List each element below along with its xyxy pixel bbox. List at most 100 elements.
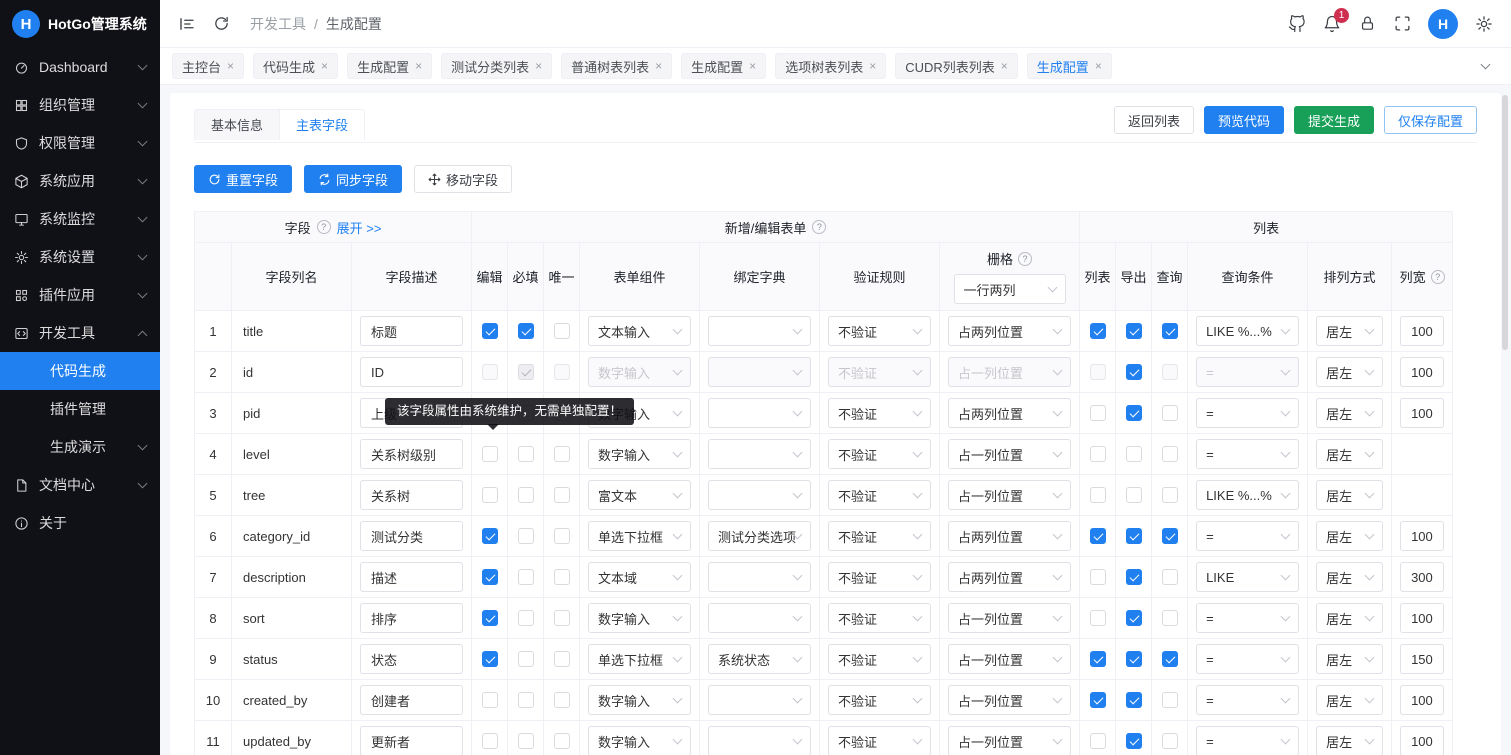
query-cond-select[interactable]: = bbox=[1196, 644, 1299, 674]
list-checkbox[interactable] bbox=[1090, 569, 1106, 585]
export-checkbox[interactable] bbox=[1126, 446, 1142, 462]
export-checkbox[interactable] bbox=[1126, 651, 1142, 667]
rule-select[interactable]: 不验证 bbox=[828, 521, 931, 551]
fullscreen-icon[interactable] bbox=[1393, 15, 1411, 33]
page-tab[interactable]: 生成配置 × bbox=[347, 53, 432, 79]
query-checkbox[interactable] bbox=[1162, 651, 1178, 667]
query-checkbox[interactable] bbox=[1162, 405, 1178, 421]
close-icon[interactable]: × bbox=[1001, 60, 1008, 72]
list-checkbox[interactable] bbox=[1090, 323, 1106, 339]
align-select[interactable]: 居左 bbox=[1316, 562, 1383, 592]
edit-checkbox[interactable] bbox=[482, 692, 498, 708]
unique-checkbox[interactable] bbox=[554, 569, 570, 585]
edit-checkbox[interactable] bbox=[482, 487, 498, 503]
grid-select[interactable]: 占一列位置 bbox=[948, 603, 1071, 633]
sync-fields-button[interactable]: 同步字段 bbox=[304, 165, 402, 193]
width-input[interactable] bbox=[1400, 562, 1444, 592]
query-cond-select[interactable]: = bbox=[1196, 398, 1299, 428]
page-tab[interactable]: 生成配置 × bbox=[681, 53, 766, 79]
query-checkbox[interactable] bbox=[1162, 487, 1178, 503]
query-checkbox[interactable] bbox=[1162, 364, 1178, 380]
component-select[interactable]: 文本输入 bbox=[588, 316, 691, 346]
dict-select[interactable]: 测试分类选项 bbox=[708, 521, 811, 551]
query-checkbox[interactable] bbox=[1162, 733, 1178, 749]
dict-select[interactable] bbox=[708, 726, 811, 755]
required-checkbox[interactable] bbox=[518, 323, 534, 339]
settings-gear-icon[interactable] bbox=[1475, 15, 1493, 33]
move-fields-button[interactable]: 移动字段 bbox=[414, 165, 512, 193]
query-cond-select[interactable]: = bbox=[1196, 603, 1299, 633]
list-checkbox[interactable] bbox=[1090, 733, 1106, 749]
query-cond-select[interactable]: = bbox=[1196, 726, 1299, 755]
list-checkbox[interactable] bbox=[1090, 446, 1106, 462]
close-icon[interactable]: × bbox=[869, 60, 876, 72]
grid-select[interactable]: 占两列位置 bbox=[948, 562, 1071, 592]
width-input[interactable] bbox=[1400, 603, 1444, 633]
query-cond-select[interactable]: = bbox=[1196, 685, 1299, 715]
unique-checkbox[interactable] bbox=[554, 528, 570, 544]
help-icon[interactable]: ? bbox=[317, 220, 331, 234]
component-select[interactable]: 单选下拉框 bbox=[588, 521, 691, 551]
required-checkbox[interactable] bbox=[518, 733, 534, 749]
edit-checkbox[interactable] bbox=[482, 528, 498, 544]
field-desc-input[interactable] bbox=[360, 726, 463, 755]
breadcrumb-section[interactable]: 开发工具 bbox=[250, 14, 306, 34]
help-icon[interactable]: ? bbox=[1018, 252, 1032, 266]
rule-select[interactable]: 不验证 bbox=[828, 316, 931, 346]
query-cond-select[interactable]: = bbox=[1196, 357, 1299, 387]
width-input[interactable] bbox=[1400, 398, 1444, 428]
grid-select[interactable]: 占两列位置 bbox=[948, 316, 1071, 346]
close-icon[interactable]: × bbox=[749, 60, 756, 72]
grid-select[interactable]: 占一列位置 bbox=[948, 685, 1071, 715]
user-avatar[interactable]: H bbox=[1428, 9, 1458, 39]
required-checkbox[interactable] bbox=[518, 364, 534, 380]
query-cond-select[interactable]: LIKE %...% bbox=[1196, 480, 1299, 510]
align-select[interactable]: 居左 bbox=[1316, 439, 1383, 469]
required-checkbox[interactable] bbox=[518, 610, 534, 626]
width-input[interactable] bbox=[1400, 644, 1444, 674]
page-tab[interactable]: 测试分类列表 × bbox=[441, 53, 552, 79]
edit-checkbox[interactable] bbox=[482, 323, 498, 339]
align-select[interactable]: 居左 bbox=[1316, 357, 1383, 387]
sidebar-item-plugin-management[interactable]: 插件管理 bbox=[0, 390, 160, 428]
width-input[interactable] bbox=[1400, 521, 1444, 551]
width-input[interactable] bbox=[1400, 357, 1444, 387]
field-desc-input[interactable] bbox=[360, 521, 463, 551]
width-input[interactable] bbox=[1400, 685, 1444, 715]
field-desc-input[interactable] bbox=[360, 644, 463, 674]
required-checkbox[interactable] bbox=[518, 446, 534, 462]
page-tab[interactable]: 代码生成 × bbox=[253, 53, 338, 79]
width-input[interactable] bbox=[1400, 316, 1444, 346]
field-desc-input[interactable] bbox=[360, 603, 463, 633]
grid-layout-select[interactable]: 一行两列 bbox=[954, 274, 1066, 304]
component-select[interactable]: 单选下拉框 bbox=[588, 644, 691, 674]
export-checkbox[interactable] bbox=[1126, 569, 1142, 585]
close-icon[interactable]: × bbox=[1095, 60, 1102, 72]
align-select[interactable]: 居左 bbox=[1316, 685, 1383, 715]
sidebar-item-permissions[interactable]: 权限管理 bbox=[0, 124, 160, 162]
component-select[interactable]: 数字输入 bbox=[588, 357, 691, 387]
list-checkbox[interactable] bbox=[1090, 528, 1106, 544]
grid-select[interactable]: 占一列位置 bbox=[948, 480, 1071, 510]
align-select[interactable]: 居左 bbox=[1316, 316, 1383, 346]
component-select[interactable]: 数字输入 bbox=[588, 685, 691, 715]
export-checkbox[interactable] bbox=[1126, 364, 1142, 380]
save-config-only-button[interactable]: 仅保存配置 bbox=[1384, 106, 1477, 134]
query-cond-select[interactable]: LIKE bbox=[1196, 562, 1299, 592]
query-checkbox[interactable] bbox=[1162, 569, 1178, 585]
close-icon[interactable]: × bbox=[321, 60, 328, 72]
list-checkbox[interactable] bbox=[1090, 487, 1106, 503]
query-checkbox[interactable] bbox=[1162, 610, 1178, 626]
rule-select[interactable]: 不验证 bbox=[828, 603, 931, 633]
sidebar-item-organization[interactable]: 组织管理 bbox=[0, 86, 160, 124]
required-checkbox[interactable] bbox=[518, 651, 534, 667]
component-select[interactable]: 数字输入 bbox=[588, 439, 691, 469]
grid-select[interactable]: 占一列位置 bbox=[948, 726, 1071, 755]
export-checkbox[interactable] bbox=[1126, 528, 1142, 544]
align-select[interactable]: 居左 bbox=[1316, 644, 1383, 674]
edit-checkbox[interactable] bbox=[482, 610, 498, 626]
export-checkbox[interactable] bbox=[1126, 487, 1142, 503]
grid-select[interactable]: 占两列位置 bbox=[948, 398, 1071, 428]
sidebar-item-about[interactable]: 关于 bbox=[0, 504, 160, 542]
export-checkbox[interactable] bbox=[1126, 610, 1142, 626]
